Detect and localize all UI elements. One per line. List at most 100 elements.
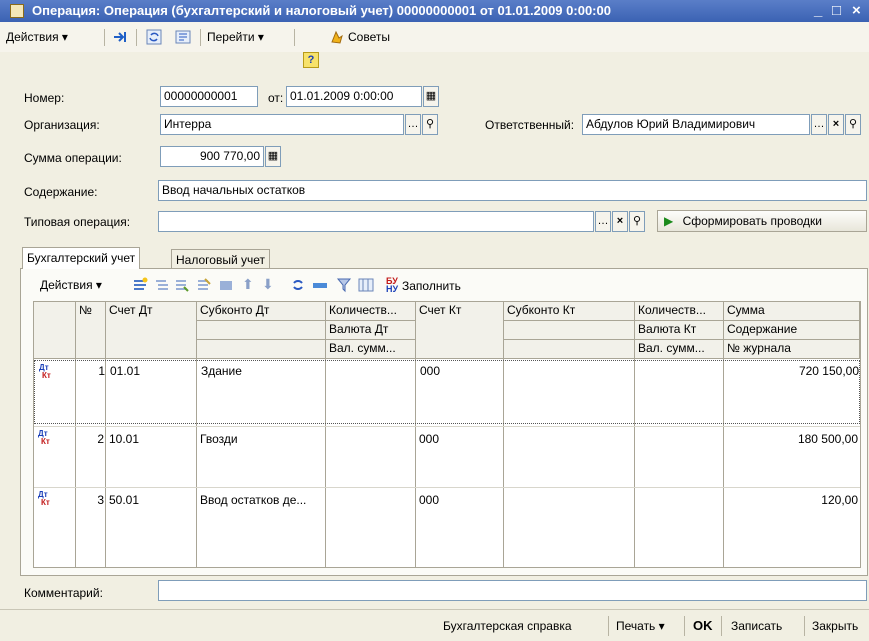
delete-row-icon[interactable] <box>218 277 234 293</box>
typical-operation-field[interactable] <box>158 211 594 232</box>
ok-button[interactable]: OK <box>693 618 713 633</box>
add-row-icon[interactable] <box>132 277 148 293</box>
select-button[interactable]: … <box>405 114 421 135</box>
search-icon[interactable]: ⚲ <box>845 114 861 135</box>
play-icon: ▶ <box>664 214 674 228</box>
responsible-label: Ответственный: <box>485 118 575 132</box>
search-icon[interactable]: ⚲ <box>422 114 438 135</box>
header-icon-col <box>34 302 76 359</box>
copy-row-icon[interactable] <box>174 277 190 293</box>
header-account-dt[interactable]: Счет Дт <box>106 302 197 359</box>
close-button[interactable]: Закрыть <box>812 619 858 633</box>
row-num: 2 <box>97 432 104 446</box>
filter-icon[interactable] <box>336 277 352 293</box>
footer-bar: Бухгалтерская справка Печать ▾ OK Записа… <box>0 609 869 641</box>
header-subconto-kt[interactable]: Субконто Кт <box>504 302 635 321</box>
help-button[interactable]: ? <box>303 52 319 68</box>
table-toolbar-icons: ⬆ ⬇ БУ НУ Заполнить <box>132 276 472 295</box>
maximize-button[interactable]: □ <box>832 2 841 19</box>
header-qty-dt[interactable]: Количеств... <box>326 302 416 321</box>
calculator-icon[interactable]: ▦ <box>265 146 281 167</box>
table-row[interactable]: Дт Кт 2 10.01 Гвозди 000 180 500,00 <box>34 426 860 486</box>
header-subconto-dt[interactable]: Субконто Дт <box>197 302 326 321</box>
number-label: Номер: <box>24 91 65 105</box>
date-from-label: от: <box>268 91 284 105</box>
date-field[interactable]: 01.01.2009 0:00:00 <box>286 86 422 107</box>
header-currency-kt[interactable]: Валюта Кт <box>635 321 724 340</box>
header-cursum-kt[interactable]: Вал. сумм... <box>635 340 724 359</box>
account-kt[interactable]: 000 <box>419 493 439 507</box>
calendar-icon[interactable]: ▦ <box>423 86 439 107</box>
row-num: 1 <box>98 364 105 378</box>
clear-icon[interactable]: × <box>828 114 844 135</box>
responsible-field[interactable]: Абдулов Юрий Владимирович <box>582 114 810 135</box>
entry-icon: Дт Кт <box>38 490 50 507</box>
header-subconto-dt-3 <box>197 340 326 359</box>
sum-cell[interactable]: 180 500,00 <box>724 432 858 446</box>
account-kt[interactable]: 000 <box>420 364 440 378</box>
sum-cell[interactable]: 720 150,00 <box>725 364 859 378</box>
account-kt[interactable]: 000 <box>419 432 439 446</box>
actions-menu[interactable]: Действия ▾ <box>6 30 68 44</box>
accounting-report-button[interactable]: Бухгалтерская справка <box>443 619 572 633</box>
refresh-icon[interactable] <box>146 29 162 45</box>
organization-field[interactable]: Интерра <box>160 114 404 135</box>
comment-label: Комментарий: <box>24 586 103 600</box>
close-window-button[interactable]: × <box>852 2 861 19</box>
account-dt[interactable]: 50.01 <box>109 493 139 507</box>
save-button[interactable]: Записать <box>731 619 782 633</box>
tab-accounting[interactable]: Бухгалтерский учет <box>22 247 141 269</box>
header-currency-dt[interactable]: Валюта Дт <box>326 321 416 340</box>
account-dt[interactable]: 01.01 <box>110 364 140 378</box>
header-cursum-dt[interactable]: Вал. сумм... <box>326 340 416 359</box>
structure-icon[interactable] <box>175 29 191 45</box>
print-menu[interactable]: Печать ▾ <box>616 619 665 633</box>
subconto-dt[interactable]: Гвозди <box>200 432 238 446</box>
tips-button[interactable]: Советы <box>348 30 390 44</box>
content-field[interactable]: Ввод начальных остатков <box>158 180 867 201</box>
minimize-button[interactable]: _ <box>814 2 822 19</box>
header-qty-kt[interactable]: Количеств... <box>635 302 724 321</box>
search-icon[interactable]: ⚲ <box>629 211 645 232</box>
account-dt[interactable]: 10.01 <box>109 432 139 446</box>
header-content[interactable]: Содержание <box>724 321 860 340</box>
header-num[interactable]: № <box>76 302 106 359</box>
sort-icon[interactable] <box>312 277 328 293</box>
sum-label: Сумма операции: <box>24 151 122 165</box>
post-move-icon[interactable] <box>112 29 128 45</box>
sum-cell[interactable]: 120,00 <box>724 493 858 507</box>
header-account-kt[interactable]: Счет Кт <box>416 302 504 359</box>
add-group-icon[interactable] <box>154 277 170 293</box>
table-row[interactable]: Дт Кт 3 50.01 Ввод остатков де... 000 120… <box>34 487 860 547</box>
sum-field[interactable]: 900 770,00 <box>160 146 264 167</box>
table-actions-menu[interactable]: Действия ▾ <box>40 278 102 292</box>
fill-icon[interactable]: БУ НУ <box>386 277 398 294</box>
select-button[interactable]: … <box>811 114 827 135</box>
edit-row-icon[interactable] <box>196 277 212 293</box>
header-subconto-kt-2 <box>504 321 635 340</box>
move-down-icon[interactable]: ⬇ <box>262 276 274 293</box>
header-journal[interactable]: № журнала <box>724 340 860 359</box>
row-num: 3 <box>97 493 104 507</box>
tips-icon[interactable] <box>329 29 345 45</box>
columns-icon[interactable] <box>358 277 374 293</box>
select-button[interactable]: … <box>595 211 611 232</box>
typical-operation-label: Типовая операция: <box>24 215 131 229</box>
content-label: Содержание: <box>24 185 98 199</box>
move-up-icon[interactable]: ⬆ <box>242 276 254 293</box>
window-title: Операция: Операция (бухгалтерский и нало… <box>32 3 611 18</box>
header-sum[interactable]: Сумма <box>724 302 860 321</box>
subconto-dt[interactable]: Здание <box>201 364 242 378</box>
comment-field[interactable] <box>158 580 867 601</box>
table-row[interactable]: Дт Кт 1 01.01 Здание 000 720 150,00 <box>34 360 860 424</box>
refresh-icon[interactable] <box>290 277 306 293</box>
header-subconto-kt-3 <box>504 340 635 359</box>
entry-icon: Дт Кт <box>39 363 51 380</box>
tab-tax[interactable]: Налоговый учет <box>171 249 270 269</box>
number-field[interactable]: 00000000001 <box>160 86 258 107</box>
clear-icon[interactable]: × <box>612 211 628 232</box>
fill-button[interactable]: Заполнить <box>402 279 461 293</box>
subconto-dt[interactable]: Ввод остатков де... <box>200 493 306 507</box>
generate-entries-button[interactable]: ▶ Сформировать проводки <box>657 210 867 232</box>
goto-menu[interactable]: Перейти ▾ <box>207 30 264 44</box>
